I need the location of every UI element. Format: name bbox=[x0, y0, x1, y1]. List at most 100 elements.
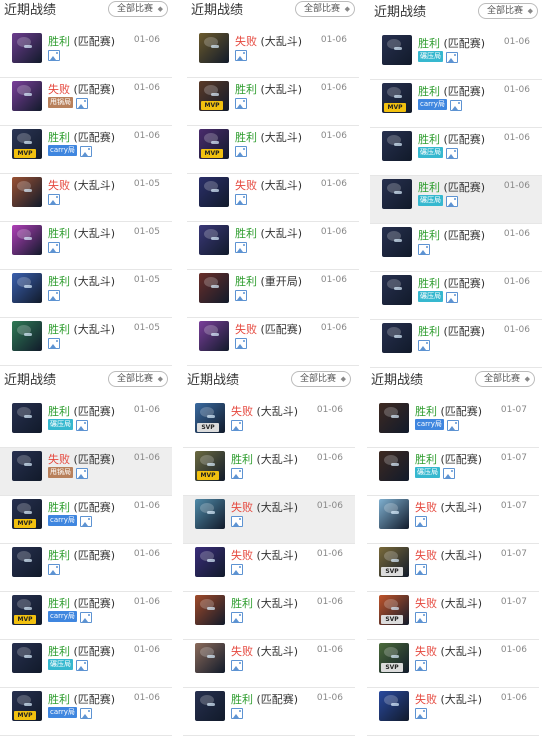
match-row[interactable]: 胜利 (大乱斗) 01-06 bbox=[183, 592, 355, 640]
match-filter-dropdown[interactable]: 全部比赛 ◆ bbox=[294, 1, 355, 17]
screenshot-icon[interactable] bbox=[446, 148, 458, 159]
match-row[interactable]: MVP 胜利 (匹配赛) 01-06 carry局 bbox=[370, 80, 542, 128]
match-row[interactable]: 胜利 (匹配赛) 01-06 碾压局 bbox=[0, 400, 172, 448]
match-row[interactable]: SVP 失败 (大乱斗) 01-06 bbox=[183, 400, 355, 448]
champion-avatar[interactable] bbox=[382, 131, 412, 161]
screenshot-icon[interactable] bbox=[415, 660, 427, 671]
champion-avatar[interactable] bbox=[379, 499, 409, 529]
match-row[interactable]: MVP 胜利 (匹配赛) 01-06 carry局 bbox=[0, 688, 172, 736]
champion-avatar[interactable] bbox=[12, 273, 42, 303]
screenshot-icon[interactable] bbox=[231, 612, 243, 623]
screenshot-icon[interactable] bbox=[76, 98, 88, 109]
screenshot-icon[interactable] bbox=[415, 564, 427, 575]
champion-avatar[interactable]: MVP bbox=[199, 129, 229, 159]
champion-avatar[interactable] bbox=[12, 177, 42, 207]
match-filter-dropdown[interactable]: 全部比赛 ◆ bbox=[474, 371, 535, 387]
match-row[interactable]: 胜利 (匹配赛) 01-07 碾压局 bbox=[367, 448, 539, 496]
screenshot-icon[interactable] bbox=[48, 50, 60, 61]
screenshot-icon[interactable] bbox=[235, 290, 247, 301]
screenshot-icon[interactable] bbox=[231, 420, 243, 431]
match-row[interactable]: MVP 胜利 (大乱斗) 01-06 bbox=[183, 448, 355, 496]
screenshot-icon[interactable] bbox=[231, 660, 243, 671]
champion-avatar[interactable] bbox=[12, 643, 42, 673]
screenshot-icon[interactable] bbox=[235, 194, 247, 205]
champion-avatar[interactable] bbox=[195, 595, 225, 625]
match-row[interactable]: 胜利 (匹配赛) 01-06 碾压局 bbox=[0, 640, 172, 688]
screenshot-icon[interactable] bbox=[235, 146, 247, 157]
champion-avatar[interactable]: MVP bbox=[382, 83, 412, 113]
screenshot-icon[interactable] bbox=[48, 338, 60, 349]
champion-avatar[interactable] bbox=[12, 33, 42, 63]
screenshot-icon[interactable] bbox=[231, 564, 243, 575]
champion-avatar[interactable] bbox=[382, 179, 412, 209]
champion-avatar[interactable] bbox=[379, 691, 409, 721]
champion-avatar[interactable] bbox=[379, 451, 409, 481]
match-row[interactable]: 失败 (大乱斗) 01-06 bbox=[187, 174, 359, 222]
match-row[interactable]: SVP 失败 (大乱斗) 01-07 bbox=[367, 544, 539, 592]
match-row[interactable]: 胜利 (匹配赛) 01-06 碾压局 bbox=[370, 128, 542, 176]
match-row[interactable]: 胜利 (匹配赛) 01-06 bbox=[0, 544, 172, 592]
match-row[interactable]: MVP 胜利 (大乱斗) 01-06 bbox=[187, 126, 359, 174]
champion-avatar[interactable]: MVP bbox=[12, 129, 42, 159]
screenshot-icon[interactable] bbox=[48, 242, 60, 253]
match-row[interactable]: 胜利 (大乱斗) 01-05 bbox=[0, 318, 172, 366]
screenshot-icon[interactable] bbox=[415, 708, 427, 719]
match-row[interactable]: 失败 (匹配赛) 01-06 bbox=[187, 318, 359, 366]
screenshot-icon[interactable] bbox=[235, 98, 247, 109]
match-filter-dropdown[interactable]: 全部比赛 ◆ bbox=[290, 371, 351, 387]
screenshot-icon[interactable] bbox=[79, 146, 92, 157]
champion-avatar[interactable] bbox=[12, 225, 42, 255]
champion-avatar[interactable]: SVP bbox=[379, 595, 409, 625]
champion-avatar[interactable] bbox=[382, 275, 412, 305]
match-row[interactable]: 失败 (大乱斗) 01-06 bbox=[183, 544, 355, 592]
screenshot-icon[interactable] bbox=[446, 52, 458, 63]
match-row[interactable]: 胜利 (匹配赛) 01-06 bbox=[370, 320, 542, 368]
screenshot-icon[interactable] bbox=[79, 516, 92, 527]
match-row[interactable]: 胜利 (匹配赛) 01-06 碾压局 bbox=[370, 272, 542, 320]
screenshot-icon[interactable] bbox=[48, 194, 60, 205]
screenshot-icon[interactable] bbox=[418, 340, 430, 351]
screenshot-icon[interactable] bbox=[76, 468, 88, 479]
champion-avatar[interactable] bbox=[382, 35, 412, 65]
screenshot-icon[interactable] bbox=[76, 420, 88, 431]
screenshot-icon[interactable] bbox=[443, 468, 455, 479]
champion-avatar[interactable]: MVP bbox=[12, 691, 42, 721]
screenshot-icon[interactable] bbox=[79, 708, 92, 719]
screenshot-icon[interactable] bbox=[231, 516, 243, 527]
screenshot-icon[interactable] bbox=[418, 244, 430, 255]
champion-avatar[interactable] bbox=[199, 273, 229, 303]
screenshot-icon[interactable] bbox=[446, 196, 458, 207]
match-filter-dropdown[interactable]: 全部比赛 ◆ bbox=[477, 3, 538, 19]
champion-avatar[interactable] bbox=[199, 177, 229, 207]
screenshot-icon[interactable] bbox=[446, 420, 459, 431]
champion-avatar[interactable] bbox=[195, 691, 225, 721]
match-row[interactable]: MVP 胜利 (大乱斗) 01-06 bbox=[187, 78, 359, 126]
champion-avatar[interactable] bbox=[195, 499, 225, 529]
match-row[interactable]: 胜利 (匹配赛) 01-06 bbox=[183, 688, 355, 736]
champion-avatar[interactable] bbox=[195, 547, 225, 577]
match-row[interactable]: 失败 (匹配赛) 01-06 甩锅局 bbox=[0, 78, 172, 126]
champion-avatar[interactable] bbox=[199, 321, 229, 351]
champion-avatar[interactable] bbox=[382, 323, 412, 353]
match-row[interactable]: 胜利 (重开局) 01-06 bbox=[187, 270, 359, 318]
champion-avatar[interactable] bbox=[12, 547, 42, 577]
champion-avatar[interactable]: MVP bbox=[12, 499, 42, 529]
match-filter-dropdown[interactable]: 全部比赛 ◆ bbox=[107, 371, 168, 387]
champion-avatar[interactable]: SVP bbox=[379, 547, 409, 577]
champion-avatar[interactable] bbox=[12, 321, 42, 351]
champion-avatar[interactable]: SVP bbox=[195, 403, 225, 433]
match-row[interactable]: MVP 胜利 (匹配赛) 01-06 carry局 bbox=[0, 496, 172, 544]
match-row[interactable]: MVP 胜利 (匹配赛) 01-06 carry局 bbox=[0, 592, 172, 640]
match-row[interactable]: 胜利 (匹配赛) 01-07 carry局 bbox=[367, 400, 539, 448]
screenshot-icon[interactable] bbox=[76, 660, 88, 671]
match-row[interactable]: 失败 (大乱斗) 01-06 bbox=[367, 688, 539, 736]
match-row[interactable]: 失败 (大乱斗) 01-06 bbox=[183, 496, 355, 544]
match-row[interactable]: 失败 (大乱斗) 01-07 bbox=[367, 496, 539, 544]
champion-avatar[interactable]: MVP bbox=[195, 451, 225, 481]
screenshot-icon[interactable] bbox=[235, 242, 247, 253]
screenshot-icon[interactable] bbox=[231, 708, 243, 719]
champion-avatar[interactable] bbox=[12, 81, 42, 111]
match-row[interactable]: 胜利 (大乱斗) 01-05 bbox=[0, 222, 172, 270]
match-row[interactable]: 失败 (大乱斗) 01-06 bbox=[187, 30, 359, 78]
match-row[interactable]: 胜利 (匹配赛) 01-06 bbox=[370, 224, 542, 272]
